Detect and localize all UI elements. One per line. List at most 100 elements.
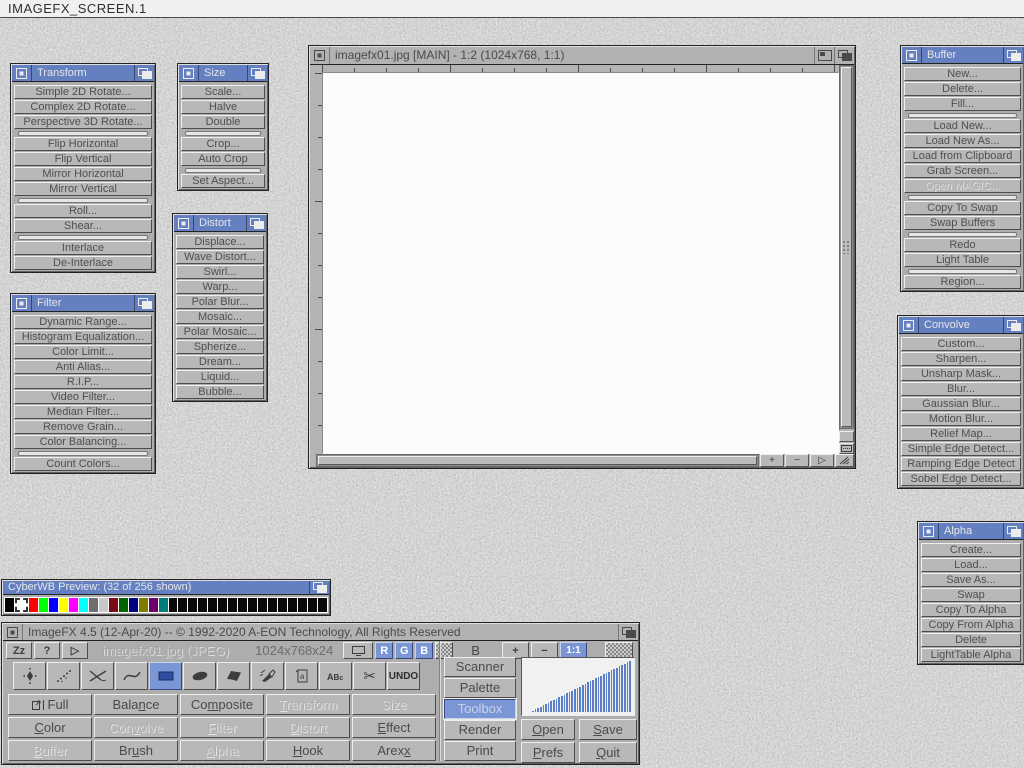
motion-blur-button[interactable]: Motion Blur... bbox=[901, 412, 1021, 426]
grab-screen-button[interactable]: Grab Screen... bbox=[904, 164, 1021, 178]
sharpen-button[interactable]: Sharpen... bbox=[901, 352, 1021, 366]
delete-button[interactable]: Delete... bbox=[904, 82, 1021, 96]
color-swatch[interactable] bbox=[178, 598, 187, 612]
color-swatch[interactable] bbox=[248, 598, 257, 612]
horizontal-scroll-thumb[interactable] bbox=[318, 456, 757, 465]
red-channel-toggle[interactable]: R bbox=[375, 642, 393, 659]
swap-button[interactable]: Swap bbox=[921, 588, 1021, 602]
scale-button[interactable]: Scale... bbox=[181, 85, 265, 99]
zoom-out-button[interactable]: − bbox=[785, 454, 809, 467]
count-colors-button[interactable]: Count Colors... bbox=[14, 457, 152, 471]
resize-corner-icon[interactable] bbox=[835, 454, 854, 467]
color-swatch[interactable] bbox=[308, 598, 317, 612]
color-swatch[interactable] bbox=[99, 598, 108, 612]
scanner-button[interactable]: Scanner bbox=[444, 657, 516, 677]
save-button[interactable]: Save bbox=[579, 719, 637, 740]
close-icon[interactable] bbox=[902, 47, 922, 63]
color-swatch[interactable] bbox=[258, 598, 267, 612]
color-swatch[interactable] bbox=[298, 598, 307, 612]
oval-tool[interactable] bbox=[183, 662, 216, 690]
close-icon[interactable] bbox=[3, 624, 23, 640]
sobel-edge-detect-button[interactable]: Sobel Edge Detect... bbox=[901, 472, 1021, 486]
polar-blur-button[interactable]: Polar Blur... bbox=[176, 295, 264, 309]
fill-button[interactable]: Fill... bbox=[904, 97, 1021, 111]
flip-horizontal-button[interactable]: Flip Horizontal bbox=[14, 137, 152, 151]
color-swatch[interactable] bbox=[59, 598, 68, 612]
color-swatch[interactable] bbox=[69, 598, 78, 612]
print-button[interactable]: Print bbox=[444, 741, 516, 761]
composite-button[interactable]: Composite bbox=[180, 694, 264, 715]
close-icon[interactable] bbox=[899, 317, 919, 333]
simple-2d-rotate-button[interactable]: Simple 2D Rotate... bbox=[14, 85, 152, 99]
color-swatch[interactable] bbox=[29, 598, 38, 612]
color-swatch[interactable] bbox=[228, 598, 237, 612]
copy-from-alpha-button[interactable]: Copy From Alpha bbox=[921, 618, 1021, 632]
polygon-tool[interactable] bbox=[217, 662, 250, 690]
save-as-button[interactable]: Save As... bbox=[921, 573, 1021, 587]
roll-button[interactable]: Roll... bbox=[14, 204, 152, 218]
color-swatch[interactable] bbox=[169, 598, 178, 612]
lighttable-alpha-button[interactable]: LightTable Alpha bbox=[921, 648, 1021, 662]
brush-tool[interactable] bbox=[251, 662, 284, 690]
color-swatch[interactable] bbox=[119, 598, 128, 612]
vertical-scrollbar[interactable] bbox=[839, 65, 854, 429]
complex-2d-rotate-button[interactable]: Complex 2D Rotate... bbox=[14, 100, 152, 114]
video-filter-button[interactable]: Video Filter... bbox=[14, 390, 152, 404]
spherize-button[interactable]: Spherize... bbox=[176, 340, 264, 354]
depth-icon[interactable] bbox=[134, 65, 154, 81]
relief-map-button[interactable]: Relief Map... bbox=[901, 427, 1021, 441]
blank-gadget[interactable] bbox=[839, 431, 854, 442]
anti-alias-button[interactable]: Anti Alias... bbox=[14, 360, 152, 374]
color-swatch[interactable] bbox=[218, 598, 227, 612]
pixel-tool[interactable] bbox=[13, 662, 46, 690]
custom-button[interactable]: Custom... bbox=[901, 337, 1021, 351]
monitor-icon-button[interactable] bbox=[343, 642, 373, 659]
line-tool[interactable] bbox=[81, 662, 114, 690]
dynamic-range-button[interactable]: Dynamic Range... bbox=[14, 315, 152, 329]
balance-button[interactable]: Balance bbox=[94, 694, 178, 715]
delete-button[interactable]: Delete bbox=[921, 633, 1021, 647]
liquid-button[interactable]: Liquid... bbox=[176, 370, 264, 384]
depth-icon[interactable] bbox=[1003, 523, 1023, 539]
swirl-button[interactable]: Swirl... bbox=[176, 265, 264, 279]
color-swatch[interactable] bbox=[208, 598, 217, 612]
perspective-3d-rotate-button[interactable]: Perspective 3D Rotate... bbox=[14, 115, 152, 129]
color-swatch[interactable] bbox=[39, 598, 48, 612]
color-swatch[interactable] bbox=[139, 598, 148, 612]
r-i-p-button[interactable]: R.I.P... bbox=[14, 375, 152, 389]
redo-button[interactable]: Redo bbox=[904, 238, 1021, 252]
blur-button[interactable]: Blur... bbox=[901, 382, 1021, 396]
wave-distort-button[interactable]: Wave Distort... bbox=[176, 250, 264, 264]
color-swatch[interactable] bbox=[79, 598, 88, 612]
light-table-button[interactable]: Light Table bbox=[904, 253, 1021, 267]
brush-button[interactable]: Brush bbox=[94, 740, 178, 761]
color-swatch[interactable] bbox=[188, 598, 197, 612]
image-canvas[interactable] bbox=[323, 73, 840, 455]
curve-tool[interactable] bbox=[115, 662, 148, 690]
color-swatch[interactable] bbox=[278, 598, 287, 612]
load-new-as-button[interactable]: Load New As... bbox=[904, 134, 1021, 148]
shear-button[interactable]: Shear... bbox=[14, 219, 152, 233]
depth-icon[interactable] bbox=[134, 295, 154, 311]
mirror-horizontal-button[interactable]: Mirror Horizontal bbox=[14, 167, 152, 181]
titlebar[interactable]: ImageFX 4.5 (12-Apr-20) -- © 1992-2020 A… bbox=[3, 624, 638, 641]
flip-vertical-button[interactable]: Flip Vertical bbox=[14, 152, 152, 166]
color-button[interactable]: Color bbox=[8, 717, 92, 738]
close-icon[interactable] bbox=[310, 47, 330, 64]
close-icon[interactable] bbox=[12, 295, 32, 311]
color-swatch[interactable] bbox=[5, 598, 14, 612]
close-icon[interactable] bbox=[12, 65, 32, 81]
color-swatch[interactable] bbox=[129, 598, 138, 612]
simple-edge-detect-button[interactable]: Simple Edge Detect... bbox=[901, 442, 1021, 456]
depth-icon[interactable] bbox=[246, 215, 266, 231]
open-button[interactable]: Open bbox=[521, 719, 575, 740]
close-icon[interactable] bbox=[919, 523, 939, 539]
scissors-tool[interactable]: ✂ bbox=[353, 662, 386, 690]
depth-icon[interactable] bbox=[247, 65, 267, 81]
warp-button[interactable]: Warp... bbox=[176, 280, 264, 294]
color-swatch[interactable] bbox=[238, 598, 247, 612]
copy-to-alpha-button[interactable]: Copy To Alpha bbox=[921, 603, 1021, 617]
depth-icon[interactable] bbox=[1003, 47, 1023, 63]
set-aspect-button[interactable]: Set Aspect... bbox=[181, 174, 265, 188]
depth-icon[interactable] bbox=[1003, 317, 1023, 333]
